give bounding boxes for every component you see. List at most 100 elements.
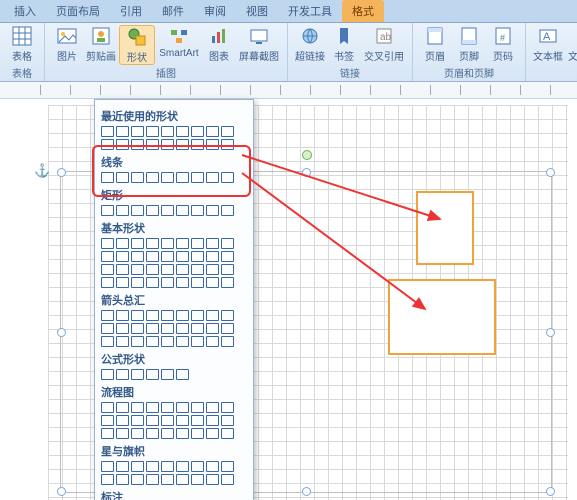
shape-swatch[interactable]	[206, 323, 219, 334]
shape-swatch[interactable]	[206, 428, 219, 439]
shape-swatch[interactable]	[191, 323, 204, 334]
shape-swatch[interactable]	[101, 402, 114, 413]
shape-swatch[interactable]	[131, 428, 144, 439]
shape-swatch[interactable]	[191, 251, 204, 262]
shape-swatch[interactable]	[206, 277, 219, 288]
shape-swatch[interactable]	[101, 369, 114, 380]
bookmark-button[interactable]: 书签	[328, 25, 360, 63]
tab-mailings[interactable]: 邮件	[152, 0, 194, 22]
shape-swatch[interactable]	[221, 461, 234, 472]
tab-view[interactable]: 视图	[236, 0, 278, 22]
shape-swatch[interactable]	[161, 126, 174, 137]
shape-swatch[interactable]	[101, 277, 114, 288]
resize-handle[interactable]	[546, 168, 555, 177]
shape-swatch[interactable]	[206, 474, 219, 485]
shape-swatch[interactable]	[221, 238, 234, 249]
shape-swatch[interactable]	[206, 205, 219, 216]
shape-swatch[interactable]	[131, 402, 144, 413]
quickparts-button[interactable]: 文档部件	[566, 25, 577, 63]
shape-swatch[interactable]	[206, 415, 219, 426]
shape-swatch[interactable]	[131, 205, 144, 216]
shape-swatch[interactable]	[101, 474, 114, 485]
shape-swatch[interactable]	[191, 172, 204, 183]
shape-swatch[interactable]	[161, 277, 174, 288]
shape-swatch[interactable]	[131, 238, 144, 249]
shape-swatch[interactable]	[146, 139, 159, 150]
shape-swatch[interactable]	[131, 139, 144, 150]
shape-swatch[interactable]	[161, 264, 174, 275]
shape-swatch[interactable]	[116, 172, 129, 183]
shape-swatch[interactable]	[101, 428, 114, 439]
shape-swatch[interactable]	[206, 310, 219, 321]
shape-swatch[interactable]	[221, 428, 234, 439]
shape-swatch[interactable]	[146, 323, 159, 334]
shape-swatch[interactable]	[221, 336, 234, 347]
shapes-button[interactable]: 形状	[119, 25, 155, 65]
shape-swatch[interactable]	[131, 369, 144, 380]
shape-swatch[interactable]	[146, 336, 159, 347]
shape-swatch[interactable]	[101, 251, 114, 262]
shape-swatch[interactable]	[161, 172, 174, 183]
shape-swatch[interactable]	[176, 310, 189, 321]
shape-swatch[interactable]	[191, 264, 204, 275]
shape-swatch[interactable]	[161, 369, 174, 380]
shape-swatch[interactable]	[116, 428, 129, 439]
shape-swatch[interactable]	[146, 461, 159, 472]
shape-swatch[interactable]	[176, 369, 189, 380]
resize-handle[interactable]	[57, 487, 66, 496]
shape-swatch[interactable]	[131, 264, 144, 275]
shape-swatch[interactable]	[176, 277, 189, 288]
tab-page-layout[interactable]: 页面布局	[46, 0, 110, 22]
shape-swatch[interactable]	[206, 461, 219, 472]
shape-swatch[interactable]	[101, 172, 114, 183]
shape-swatch[interactable]	[131, 277, 144, 288]
shape-swatch[interactable]	[161, 238, 174, 249]
horizontal-ruler[interactable]	[0, 82, 577, 99]
shape-swatch[interactable]	[131, 310, 144, 321]
shape-swatch[interactable]	[131, 172, 144, 183]
shape-swatch[interactable]	[206, 139, 219, 150]
resize-handle[interactable]	[546, 487, 555, 496]
shape-swatch[interactable]	[161, 336, 174, 347]
shape-swatch[interactable]	[161, 251, 174, 262]
shape-swatch[interactable]	[116, 251, 129, 262]
shape-swatch[interactable]	[116, 323, 129, 334]
shape-swatch[interactable]	[221, 415, 234, 426]
shape-swatch[interactable]	[221, 126, 234, 137]
shape-swatch[interactable]	[116, 277, 129, 288]
shape-swatch[interactable]	[176, 323, 189, 334]
shape-swatch[interactable]	[221, 277, 234, 288]
shape-swatch[interactable]	[146, 428, 159, 439]
tab-dev-tools[interactable]: 开发工具	[278, 0, 342, 22]
rotate-handle[interactable]	[302, 150, 312, 160]
shape-swatch[interactable]	[206, 172, 219, 183]
shape-swatch[interactable]	[191, 205, 204, 216]
shape-swatch[interactable]	[146, 126, 159, 137]
shape-swatch[interactable]	[176, 238, 189, 249]
resize-handle[interactable]	[302, 487, 311, 496]
shape-swatch[interactable]	[176, 461, 189, 472]
resize-handle[interactable]	[546, 328, 555, 337]
shape-swatch[interactable]	[191, 461, 204, 472]
shape-swatch[interactable]	[146, 238, 159, 249]
shape-swatch[interactable]	[131, 251, 144, 262]
shape-swatch[interactable]	[116, 264, 129, 275]
shape-swatch[interactable]	[116, 126, 129, 137]
shape-swatch[interactable]	[131, 474, 144, 485]
shape-swatch[interactable]	[131, 336, 144, 347]
shape-swatch[interactable]	[176, 428, 189, 439]
shape-swatch[interactable]	[191, 277, 204, 288]
shape-rectangle-large[interactable]	[388, 279, 496, 355]
shape-swatch[interactable]	[206, 402, 219, 413]
shape-swatch[interactable]	[146, 402, 159, 413]
shape-swatch[interactable]	[116, 139, 129, 150]
shape-swatch[interactable]	[191, 402, 204, 413]
shape-swatch[interactable]	[116, 402, 129, 413]
shape-swatch[interactable]	[221, 172, 234, 183]
shape-swatch[interactable]	[116, 238, 129, 249]
shape-swatch[interactable]	[146, 264, 159, 275]
screenshot-button[interactable]: 屏幕截图	[237, 25, 281, 63]
shape-swatch[interactable]	[206, 238, 219, 249]
clipart-button[interactable]: 剪贴画	[85, 25, 117, 63]
header-button[interactable]: 页眉	[419, 25, 451, 63]
